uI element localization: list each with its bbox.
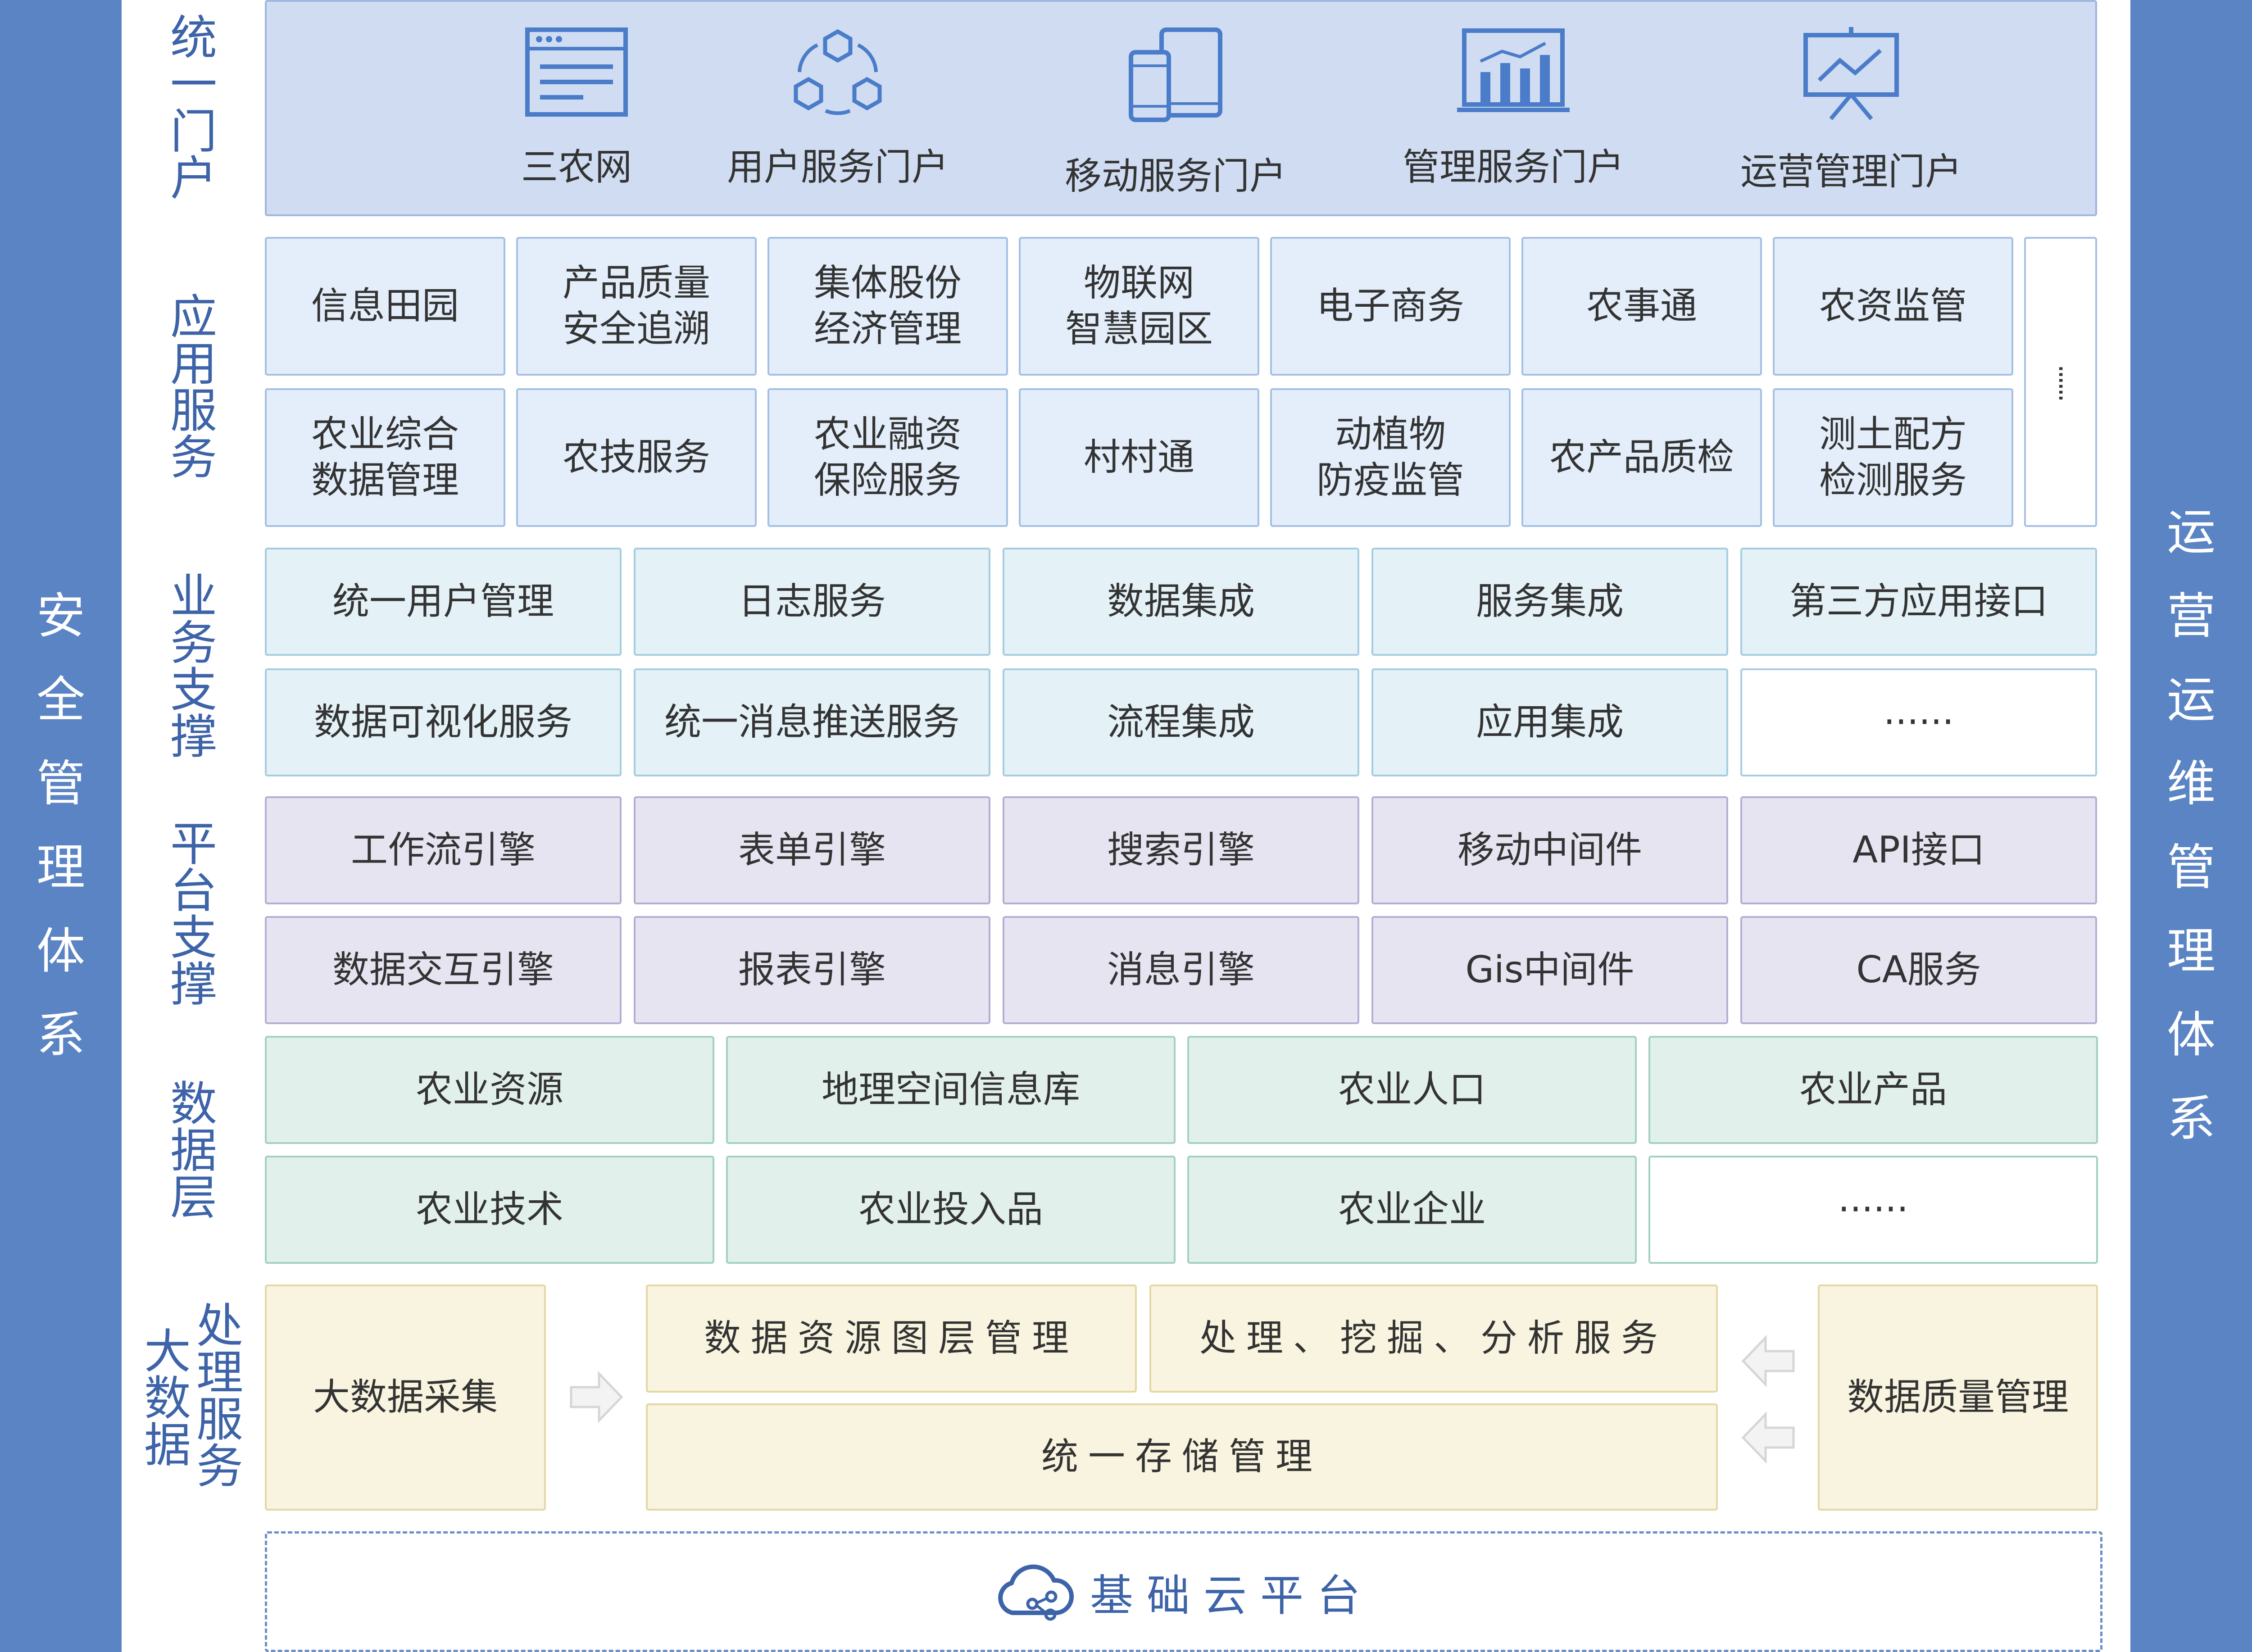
- side-char: 管: [36, 756, 85, 812]
- label-bigdata-right: 处理服务: [196, 1298, 243, 1494]
- side-char: 全: [36, 672, 85, 728]
- side-char: 维: [2166, 756, 2216, 812]
- data-layer-box[interactable]: 农业投入品: [726, 1156, 1176, 1264]
- platform-support-box[interactable]: API接口: [1740, 796, 2097, 904]
- app-service-box[interactable]: 农业融资 保险服务: [767, 388, 1008, 527]
- platform-support-box[interactable]: CA服务: [1740, 916, 2097, 1024]
- cloud-icon: [998, 1564, 1074, 1621]
- app-service-box[interactable]: 产品质量 安全追溯: [516, 237, 757, 376]
- app-service-box[interactable]: 村村通: [1019, 388, 1259, 527]
- data-layer-box[interactable]: 农业人口: [1187, 1036, 1637, 1144]
- portal-item-user[interactable]: 用户服务门户: [712, 27, 964, 191]
- app-service-box[interactable]: 农技服务: [516, 388, 757, 527]
- label-biz: 业务支撑: [170, 569, 217, 764]
- portal-item-mobile[interactable]: 移动服务门户: [1049, 27, 1302, 200]
- biz-support-box[interactable]: 数据可视化服务: [265, 668, 622, 776]
- label-app: 应用服务: [170, 290, 217, 485]
- portal-label: 移动服务门户: [1064, 155, 1286, 198]
- cloud-label: 基础云平台: [1090, 1570, 1374, 1621]
- bigdata-storage-box[interactable]: 统一存储管理: [646, 1403, 1718, 1511]
- app-service-box[interactable]: 物联网 智慧园区: [1019, 237, 1259, 376]
- side-char: 理: [2166, 923, 2216, 980]
- app-service-box[interactable]: 农产品质检: [1521, 388, 1762, 527]
- portal-label: 管理服务门户: [1402, 146, 1624, 189]
- side-char: 系: [36, 1007, 85, 1063]
- app-service-box[interactable]: 农事通: [1521, 237, 1762, 376]
- app-more-box[interactable]: ······: [2024, 237, 2097, 527]
- platform-support-box[interactable]: 工作流引擎: [265, 796, 622, 904]
- arrow-right-icon: [570, 1371, 623, 1424]
- app-service-box[interactable]: 农资监管: [1773, 237, 2013, 376]
- label-portal: 统一门户: [170, 10, 217, 206]
- app-service-box[interactable]: 电子商务: [1270, 237, 1511, 376]
- portal-label: 三农网: [521, 146, 632, 189]
- biz-support-box[interactable]: 数据集成: [1003, 548, 1359, 656]
- biz-support-box[interactable]: 统一用户管理: [265, 548, 622, 656]
- portal-item-sannong[interactable]: 三农网: [486, 27, 667, 191]
- side-char: 安: [36, 588, 85, 644]
- security-management-bar: 安 全 管 理 体 系: [0, 0, 122, 1652]
- platform-support-box[interactable]: 搜索引擎: [1003, 796, 1359, 904]
- base-cloud-platform[interactable]: 基础云平台: [265, 1531, 2102, 1652]
- web-window-icon: [525, 27, 628, 117]
- side-char: 运: [2166, 504, 2216, 561]
- label-data: 数据层: [170, 1076, 217, 1225]
- side-char: 理: [36, 840, 85, 896]
- app-service-box[interactable]: 集体股份 经济管理: [767, 237, 1008, 376]
- biz-support-box[interactable]: 服务集成: [1371, 548, 1728, 656]
- data-layer-box[interactable]: 农业产品: [1648, 1036, 2098, 1144]
- presentation-board-icon: [1803, 27, 1899, 120]
- biz-support-box[interactable]: 统一消息推送服务: [634, 668, 990, 776]
- platform-support-box[interactable]: 表单引擎: [634, 796, 990, 904]
- label-bigdata-left: 大数据: [144, 1324, 191, 1473]
- operation-maintenance-bar: 运 营 运 维 管 理 体 系: [2130, 0, 2252, 1652]
- user-network-icon: [794, 29, 882, 115]
- data-layer-box[interactable]: 农业企业: [1187, 1156, 1637, 1264]
- biz-support-box[interactable]: 应用集成: [1371, 668, 1728, 776]
- side-char: 管: [2166, 840, 2216, 896]
- bar-chart-icon: [1457, 28, 1570, 112]
- bigdata-process-box[interactable]: 处理、挖掘、分析服务: [1149, 1284, 1718, 1393]
- side-char: 系: [2166, 1091, 2216, 1147]
- data-layer-box[interactable]: 农业资源: [265, 1036, 714, 1144]
- arrow-left-icon: [1741, 1334, 1795, 1388]
- app-service-box[interactable]: 信息田园: [265, 237, 505, 376]
- platform-support-box[interactable]: 数据交互引擎: [265, 916, 622, 1024]
- biz-support-box[interactable]: 流程集成: [1003, 668, 1359, 776]
- bigdata-quality-box[interactable]: 数据质量管理: [1818, 1284, 2098, 1511]
- mobile-tablet-icon: [1129, 27, 1222, 122]
- app-service-box[interactable]: 农业综合 数据管理: [265, 388, 505, 527]
- side-char: 营: [2166, 588, 2216, 644]
- side-char: 体: [2166, 1007, 2216, 1063]
- app-service-box[interactable]: 测土配方 检测服务: [1773, 388, 2013, 527]
- portal-item-operation[interactable]: 运营管理门户: [1725, 27, 1977, 195]
- more-dots: ······: [2045, 364, 2076, 400]
- biz-more-box[interactable]: ······: [1740, 668, 2097, 776]
- data-layer-box[interactable]: 地理空间信息库: [726, 1036, 1176, 1144]
- platform-support-box[interactable]: Gis中间件: [1371, 916, 1728, 1024]
- portal-item-management[interactable]: 管理服务门户: [1387, 27, 1639, 191]
- label-platform: 平台支撑: [170, 817, 217, 1012]
- platform-support-box[interactable]: 移动中间件: [1371, 796, 1728, 904]
- arrow-left-icon: [1741, 1411, 1795, 1464]
- bigdata-resource-box[interactable]: 数据资源图层管理: [646, 1284, 1137, 1393]
- platform-support-box[interactable]: 消息引擎: [1003, 916, 1359, 1024]
- biz-support-box[interactable]: 第三方应用接口: [1740, 548, 2097, 656]
- data-more-box[interactable]: ······: [1648, 1156, 2098, 1264]
- portal-label: 运营管理门户: [1740, 150, 1962, 193]
- app-service-box[interactable]: 动植物 防疫监管: [1270, 388, 1511, 527]
- side-char: 运: [2166, 672, 2216, 728]
- portal-label: 用户服务门户: [726, 146, 949, 189]
- data-layer-box[interactable]: 农业技术: [265, 1156, 714, 1264]
- biz-support-box[interactable]: 日志服务: [634, 548, 990, 656]
- platform-support-box[interactable]: 报表引擎: [634, 916, 990, 1024]
- bigdata-collect-box[interactable]: 大数据采集: [265, 1284, 546, 1511]
- side-char: 体: [36, 923, 85, 980]
